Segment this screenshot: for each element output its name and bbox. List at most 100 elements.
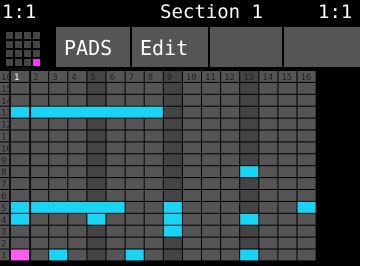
grid-cell[interactable] [278, 118, 297, 130]
grid-cell[interactable] [125, 190, 144, 201]
grid-cell[interactable] [182, 237, 201, 249]
grid-cell[interactable] [106, 130, 125, 142]
grid-cell[interactable] [68, 225, 87, 237]
grid-cell[interactable] [259, 190, 278, 201]
grid-cell[interactable] [240, 118, 259, 130]
grid-cell[interactable] [182, 166, 201, 178]
grid-cell[interactable] [11, 118, 30, 130]
grid-cell[interactable] [240, 82, 259, 94]
grid-cell[interactable] [163, 237, 182, 249]
note-block[interactable] [297, 201, 316, 213]
grid-cell[interactable] [221, 94, 240, 106]
grid-cell[interactable] [144, 178, 163, 189]
grid-cell[interactable] [240, 142, 259, 154]
grid-cell[interactable] [202, 106, 221, 118]
grid-cell[interactable] [278, 166, 297, 178]
grid-cell[interactable] [278, 178, 297, 189]
note-block[interactable] [30, 106, 163, 118]
grid-cell[interactable] [297, 106, 316, 118]
grid-cell[interactable] [202, 82, 221, 94]
grid-cell[interactable] [202, 130, 221, 142]
grid-cell[interactable] [202, 154, 221, 166]
grid-cell[interactable] [49, 82, 68, 94]
grid-cell[interactable] [87, 190, 106, 201]
grid-cell[interactable] [163, 94, 182, 106]
grid-cell[interactable] [182, 249, 201, 261]
grid-cell[interactable] [106, 237, 125, 249]
grid-cell[interactable] [30, 94, 49, 106]
grid-cell[interactable] [163, 178, 182, 189]
grid-cell[interactable] [240, 106, 259, 118]
grid-cell[interactable] [125, 94, 144, 106]
grid-cell[interactable] [144, 166, 163, 178]
grid-cell[interactable] [259, 201, 278, 213]
grid-cell[interactable] [11, 225, 30, 237]
grid-cell[interactable] [144, 213, 163, 225]
grid-cell[interactable] [202, 190, 221, 201]
grid-cell[interactable] [278, 225, 297, 237]
grid-cell[interactable] [49, 166, 68, 178]
grid-cell[interactable] [144, 201, 163, 213]
grid-cell[interactable] [221, 82, 240, 94]
grid-cell[interactable] [259, 237, 278, 249]
grid-cell[interactable] [11, 237, 30, 249]
grid-cell[interactable] [144, 154, 163, 166]
grid-cell[interactable] [297, 94, 316, 106]
grid-cell[interactable] [182, 118, 201, 130]
grid-cell[interactable] [30, 154, 49, 166]
grid-cell[interactable] [221, 201, 240, 213]
grid-cell[interactable] [87, 166, 106, 178]
grid-cell[interactable] [11, 130, 30, 142]
grid-cell[interactable] [278, 94, 297, 106]
grid-cell[interactable] [49, 178, 68, 189]
grid-cell[interactable] [11, 178, 30, 189]
grid-cell[interactable] [49, 225, 68, 237]
grid-cell[interactable] [144, 142, 163, 154]
grid-cell[interactable] [259, 213, 278, 225]
note-block[interactable] [11, 201, 30, 213]
grid-cell[interactable] [11, 94, 30, 106]
grid-cell[interactable] [125, 178, 144, 189]
grid-cell[interactable] [106, 118, 125, 130]
grid-cell[interactable] [278, 82, 297, 94]
grid-cell[interactable] [163, 118, 182, 130]
grid-cell[interactable] [30, 190, 49, 201]
grid-cell[interactable] [221, 166, 240, 178]
grid-cell[interactable] [87, 178, 106, 189]
grid-cell[interactable] [125, 201, 144, 213]
grid-cell[interactable] [125, 225, 144, 237]
grid-cell[interactable] [30, 225, 49, 237]
grid-cell[interactable] [278, 142, 297, 154]
grid-cell[interactable] [163, 166, 182, 178]
grid-cell[interactable] [144, 130, 163, 142]
grid-cell[interactable] [125, 142, 144, 154]
grid-cell[interactable] [182, 142, 201, 154]
grid-cell[interactable] [278, 130, 297, 142]
grid-cell[interactable] [106, 249, 125, 261]
grid-cell[interactable] [125, 118, 144, 130]
grid-cell[interactable] [259, 178, 278, 189]
grid-cell[interactable] [68, 190, 87, 201]
grid-cell[interactable] [221, 142, 240, 154]
grid-cell[interactable] [144, 82, 163, 94]
grid-cell[interactable] [11, 82, 30, 94]
grid-cell[interactable] [144, 190, 163, 201]
grid-cell[interactable] [182, 130, 201, 142]
grid-cell[interactable] [202, 166, 221, 178]
grid-cell[interactable] [30, 237, 49, 249]
grid-cell[interactable] [221, 106, 240, 118]
note-block[interactable] [163, 225, 182, 237]
grid-cell[interactable] [87, 249, 106, 261]
grid-cell[interactable] [68, 130, 87, 142]
grid-cell[interactable] [182, 82, 201, 94]
grid-cell[interactable] [68, 94, 87, 106]
grid-cell[interactable] [259, 94, 278, 106]
grid-cell[interactable] [125, 237, 144, 249]
grid-cell[interactable] [240, 130, 259, 142]
grid-cell[interactable] [87, 142, 106, 154]
grid-cell[interactable] [30, 130, 49, 142]
grid-cell[interactable] [297, 225, 316, 237]
grid-cell[interactable] [87, 130, 106, 142]
note-block[interactable] [163, 213, 182, 225]
grid-cell[interactable] [278, 106, 297, 118]
